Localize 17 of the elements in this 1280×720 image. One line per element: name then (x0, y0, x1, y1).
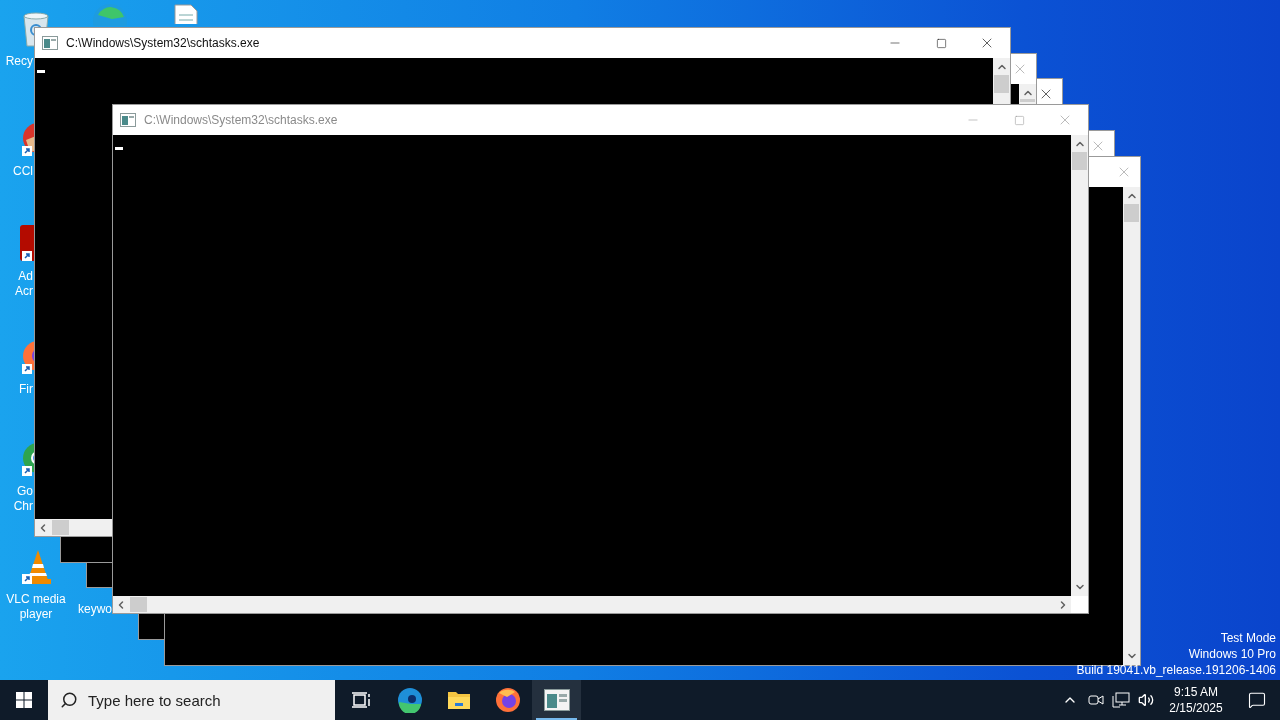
window-title: C:\Windows\System32\schtasks.exe (144, 112, 338, 129)
desktop-icon-label[interactable]: Chr (13, 499, 33, 514)
desktop-icon-label[interactable]: CCl (13, 164, 33, 179)
desktop-icon-label[interactable]: VLC media (6, 592, 66, 607)
desktop-icon-label[interactable]: player (19, 607, 53, 622)
system-note: Test Mode (1220, 630, 1276, 646)
desktop-icon-label[interactable]: Go (17, 484, 33, 499)
desktop-icon-label[interactable]: Acr (15, 284, 33, 299)
desktop-icon-label[interactable]: keywo (78, 602, 112, 617)
search-field[interactable]: Type here to search (48, 680, 335, 720)
desktop-icon-label[interactable]: Ad (18, 269, 33, 284)
window-title: C:\Windows\System32\schtasks.exe (66, 35, 260, 52)
system-note: Build 19041.vb_release.191206-1406 (1076, 662, 1276, 678)
desktop-icon-label[interactable]: Recy (5, 54, 33, 69)
system-note: Windows 10 Pro (1188, 646, 1276, 662)
desktop-icon-label[interactable]: Fir (19, 382, 33, 397)
clock[interactable]: 9:15 AM 2/15/2025 (1158, 684, 1234, 716)
